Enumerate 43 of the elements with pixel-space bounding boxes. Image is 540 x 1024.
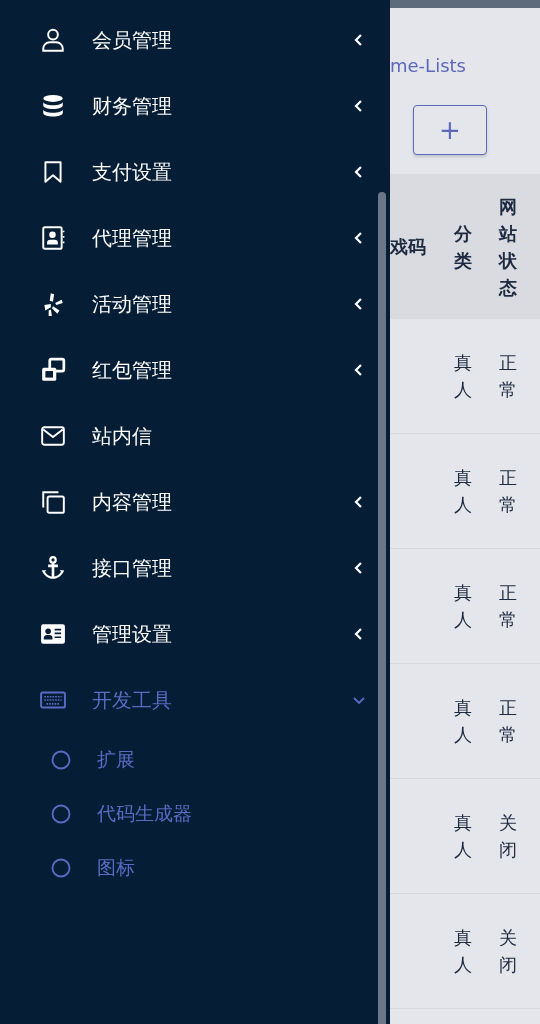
column-header: 戏码 (390, 236, 426, 257)
table-cell-text: 真人 (453, 811, 472, 862)
scrollbar[interactable] (378, 192, 386, 1024)
table-cell-text: 真人 (453, 581, 472, 632)
circle-icon (51, 858, 71, 878)
contact-book-icon (40, 225, 66, 251)
table-cell-text: 真人 (453, 926, 472, 977)
envelope-icon (40, 423, 66, 449)
sidebar-item[interactable]: 代理管理 (0, 205, 390, 271)
sidebar-item[interactable]: 财务管理 (0, 73, 390, 139)
sidebar-item[interactable]: 接口管理 (0, 535, 390, 601)
overlapping-squares-icon (40, 357, 66, 383)
table-cell-text: 真人 (453, 351, 472, 402)
submenu-item[interactable]: 代码生成器 (0, 787, 390, 841)
table-cell-text: 真人 (453, 466, 472, 517)
sidebar-item[interactable]: 内容管理 (0, 469, 390, 535)
sidebar-item[interactable]: 活动管理 (0, 271, 390, 337)
sidebar-item[interactable]: 管理设置 (0, 601, 390, 667)
database-icon (40, 93, 66, 119)
table-cell-text: 正常 (498, 696, 517, 747)
breadcrumb[interactable]: me-Lists (390, 55, 540, 81)
sidebar-item[interactable]: 开发工具 (0, 667, 390, 733)
sidebar-item[interactable]: 站内信 (0, 403, 390, 469)
table-cell-text: 正常 (498, 581, 517, 632)
table-cell-text: 真人 (453, 696, 472, 747)
sidebar-item[interactable]: 红包管理 (0, 337, 390, 403)
add-button[interactable]: + (413, 105, 487, 155)
table-cell-text: 关闭 (498, 811, 517, 862)
column-header: 分类 (453, 221, 472, 273)
id-card-icon (40, 621, 66, 647)
table-cell-text: 关闭 (498, 926, 517, 977)
sidebar-item[interactable]: 会员管理 (0, 7, 390, 73)
table-cell-text: 正常 (498, 466, 517, 517)
circle-icon (51, 804, 71, 824)
submenu-item[interactable]: 扩展 (0, 733, 390, 787)
column-header: 网站状态 (498, 194, 517, 300)
sidebar-item[interactable]: 支付设置 (0, 139, 390, 205)
table-cell-text: 正常 (498, 351, 517, 402)
user-icon (40, 27, 66, 53)
circle-icon (51, 750, 71, 770)
anchor-icon (40, 555, 66, 581)
submenu-item[interactable]: 图标 (0, 841, 390, 895)
copy-icon (40, 489, 66, 515)
